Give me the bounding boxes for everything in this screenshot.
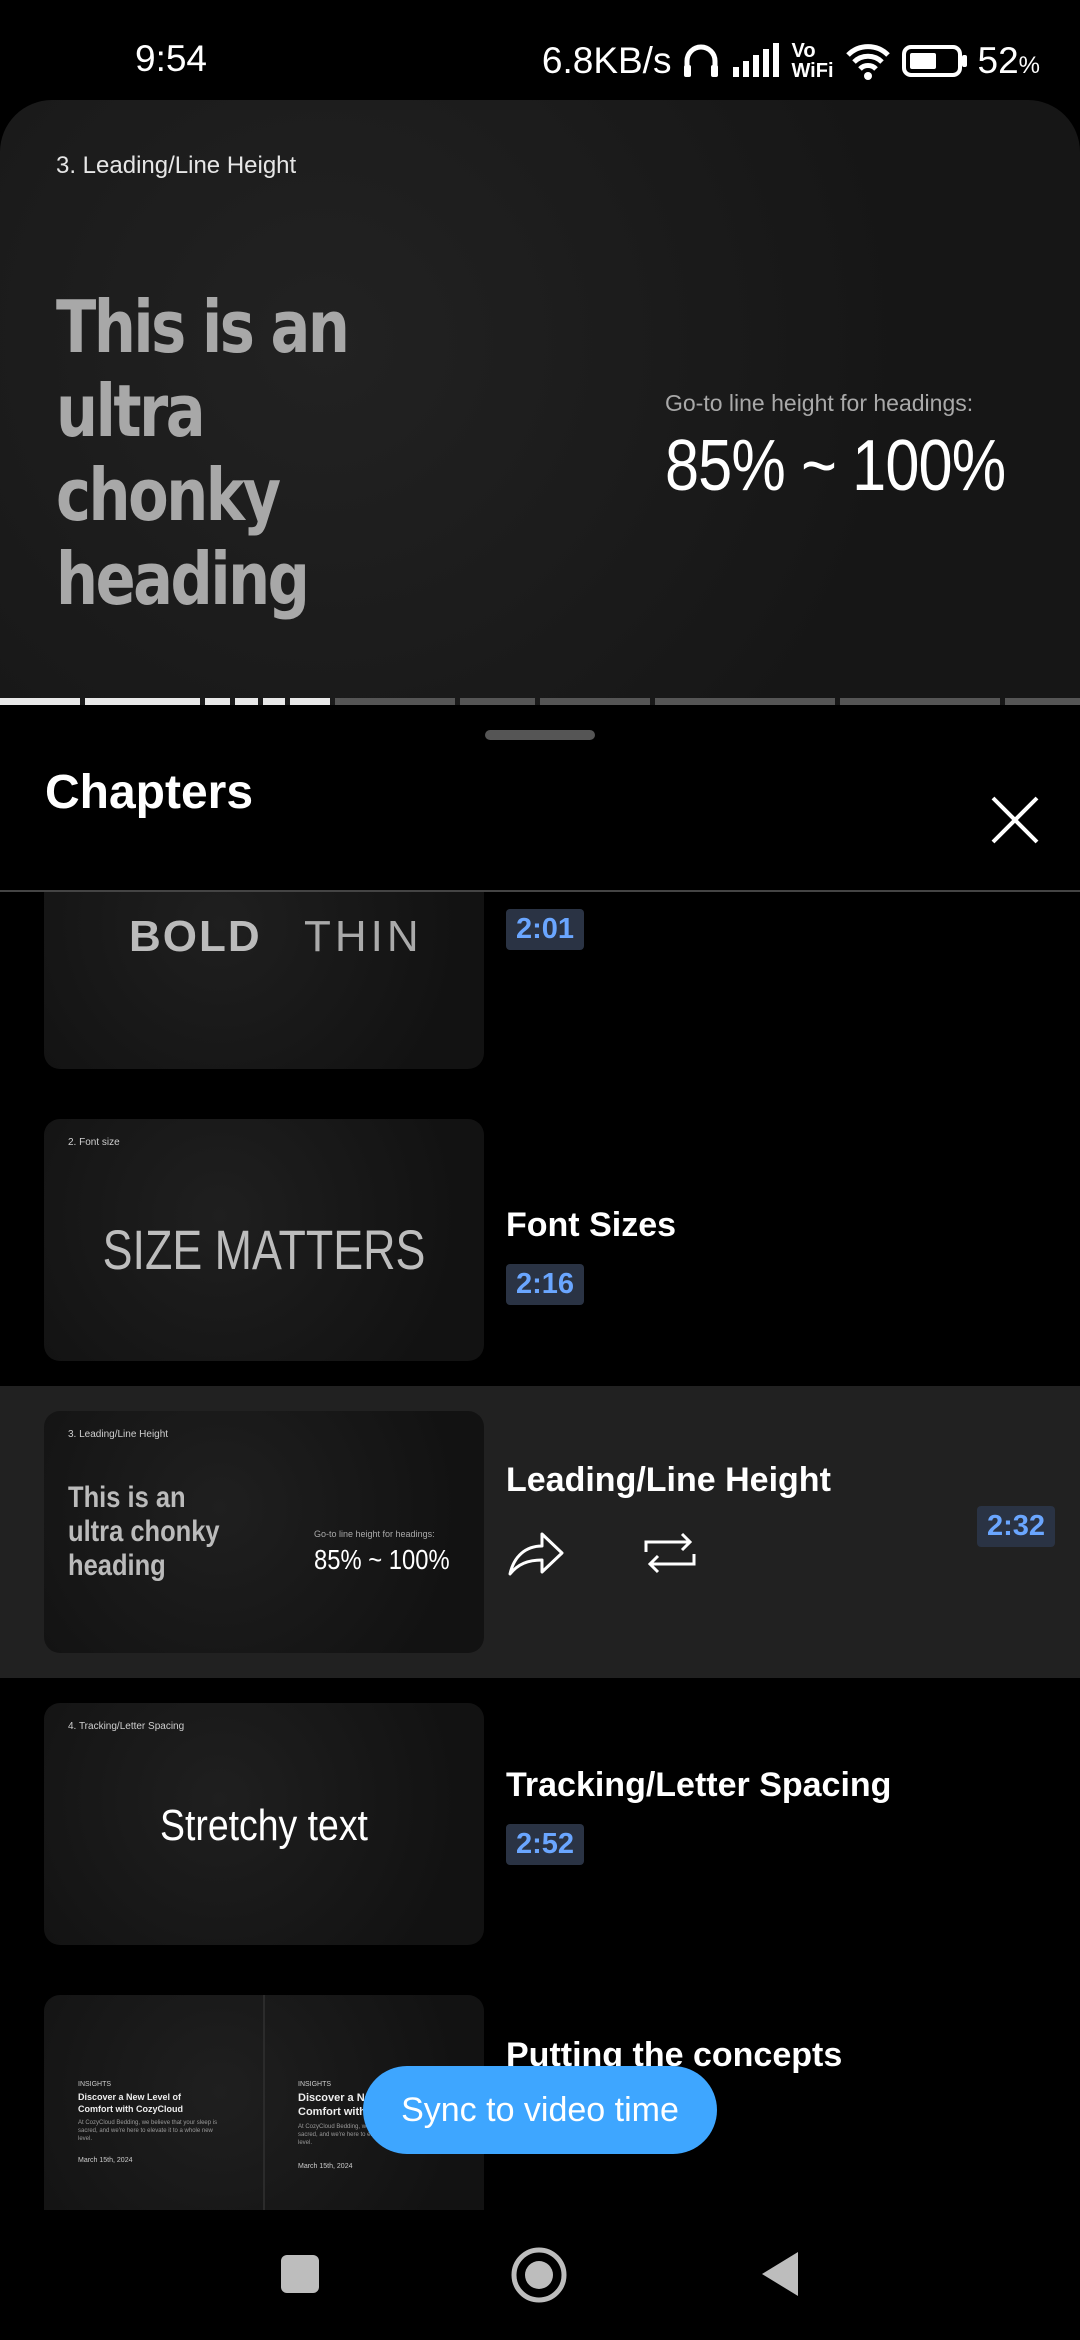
battery-icon [901,44,968,78]
chapter-timestamp[interactable]: 2:01 [506,909,585,950]
player-chapter-label: 3. Leading/Line Height [56,152,297,179]
chapter-list[interactable]: BOLD THIN 2:01 2. Font size SIZE MATTERS… [0,892,1080,2210]
status-time: 9:54 [135,38,208,79]
system-nav-bar [0,2210,1080,2340]
video-player[interactable]: 3. Leading/Line Height This is an ultra … [0,100,1080,705]
loop-icon[interactable] [640,1526,700,1585]
chapter-thumbnail: 3. Leading/Line Height This is an ultra … [44,1411,484,1653]
progress-segment [460,698,535,705]
wifi-icon [844,41,892,81]
back-triangle-icon[interactable] [760,2250,800,2303]
vowifi-icon: Vo WiFi [791,40,834,82]
chapter-row-leading-active[interactable]: 3. Leading/Line Height This is an ultra … [0,1386,1080,1678]
chapter-thumbnail: 2. Font size SIZE MATTERS [44,1119,484,1361]
net-speed: 6.8KB/s [541,40,672,81]
progress-segment [263,698,285,705]
progress-segment [0,698,80,705]
progress-segment [335,698,455,705]
share-icon[interactable] [506,1526,566,1585]
chapter-row-tracking[interactable]: 4. Tracking/Letter Spacing Stretchy text… [0,1678,1080,1970]
chapters-sheet: Chapters BOLD THIN 2:01 2. Font size SIZ… [0,705,1080,2210]
progress-segment [205,698,230,705]
chapter-timestamp[interactable]: 2:16 [506,1264,585,1305]
battery-percent: 52% [977,40,1041,81]
progress-segment [540,698,650,705]
progress-segment [840,698,1000,705]
chapter-timestamp[interactable]: 2:32 [977,1506,1056,1547]
sheet-title: Chapters [45,766,254,819]
status-bar: 9:54 6.8KB/s Vo WiFi 52% [0,0,1080,100]
chapter-title: Leading/Line Height [506,1461,831,1499]
chapter-title: Tracking/Letter Spacing [506,1766,892,1804]
player-range: 85% ~ 100% [665,426,1006,506]
home-circle-icon[interactable] [510,2246,568,2309]
chapter-thumbnail: BOLD THIN [44,892,484,1069]
headphones-icon [681,41,721,81]
progress-bar[interactable] [0,698,1080,705]
chapter-row-font-sizes[interactable]: 2. Font size SIZE MATTERS Font Sizes 2:1… [0,1094,1080,1386]
signal-icon [731,41,781,81]
progress-segment [290,698,330,705]
chapter-timestamp[interactable]: 2:52 [506,1824,585,1865]
chapter-title: Font Sizes [506,1206,677,1244]
sync-to-video-time-button[interactable]: Sync to video time [363,2066,717,2154]
player-heading: This is an ultra chonky heading [56,285,350,621]
progress-segment [85,698,200,705]
close-icon[interactable] [985,790,1045,850]
status-icons: 6.8KB/s Vo WiFi 52% [542,36,1040,86]
recents-square-icon[interactable] [280,2254,320,2299]
player-subtitle: Go-to line height for headings: [665,390,974,416]
progress-segment [235,698,258,705]
chapter-thumbnail: 4. Tracking/Letter Spacing Stretchy text [44,1703,484,1945]
chapter-row-bold-thin[interactable]: BOLD THIN 2:01 [0,892,1080,1094]
progress-segment [1005,698,1080,705]
drag-handle[interactable] [485,730,595,740]
progress-segment [655,698,835,705]
